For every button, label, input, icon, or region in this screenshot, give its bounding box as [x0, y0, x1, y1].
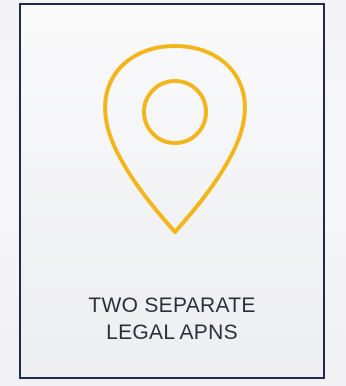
map-pin-icon — [99, 42, 251, 240]
caption-line-1: TWO SEPARATE — [88, 294, 256, 317]
card-caption: TWO SEPARATE LEGAL APNS — [21, 292, 323, 346]
caption-line-2: LEGAL APNS — [106, 321, 238, 344]
feature-card: TWO SEPARATE LEGAL APNS — [19, 3, 325, 379]
page-background: TWO SEPARATE LEGAL APNS — [0, 0, 346, 386]
